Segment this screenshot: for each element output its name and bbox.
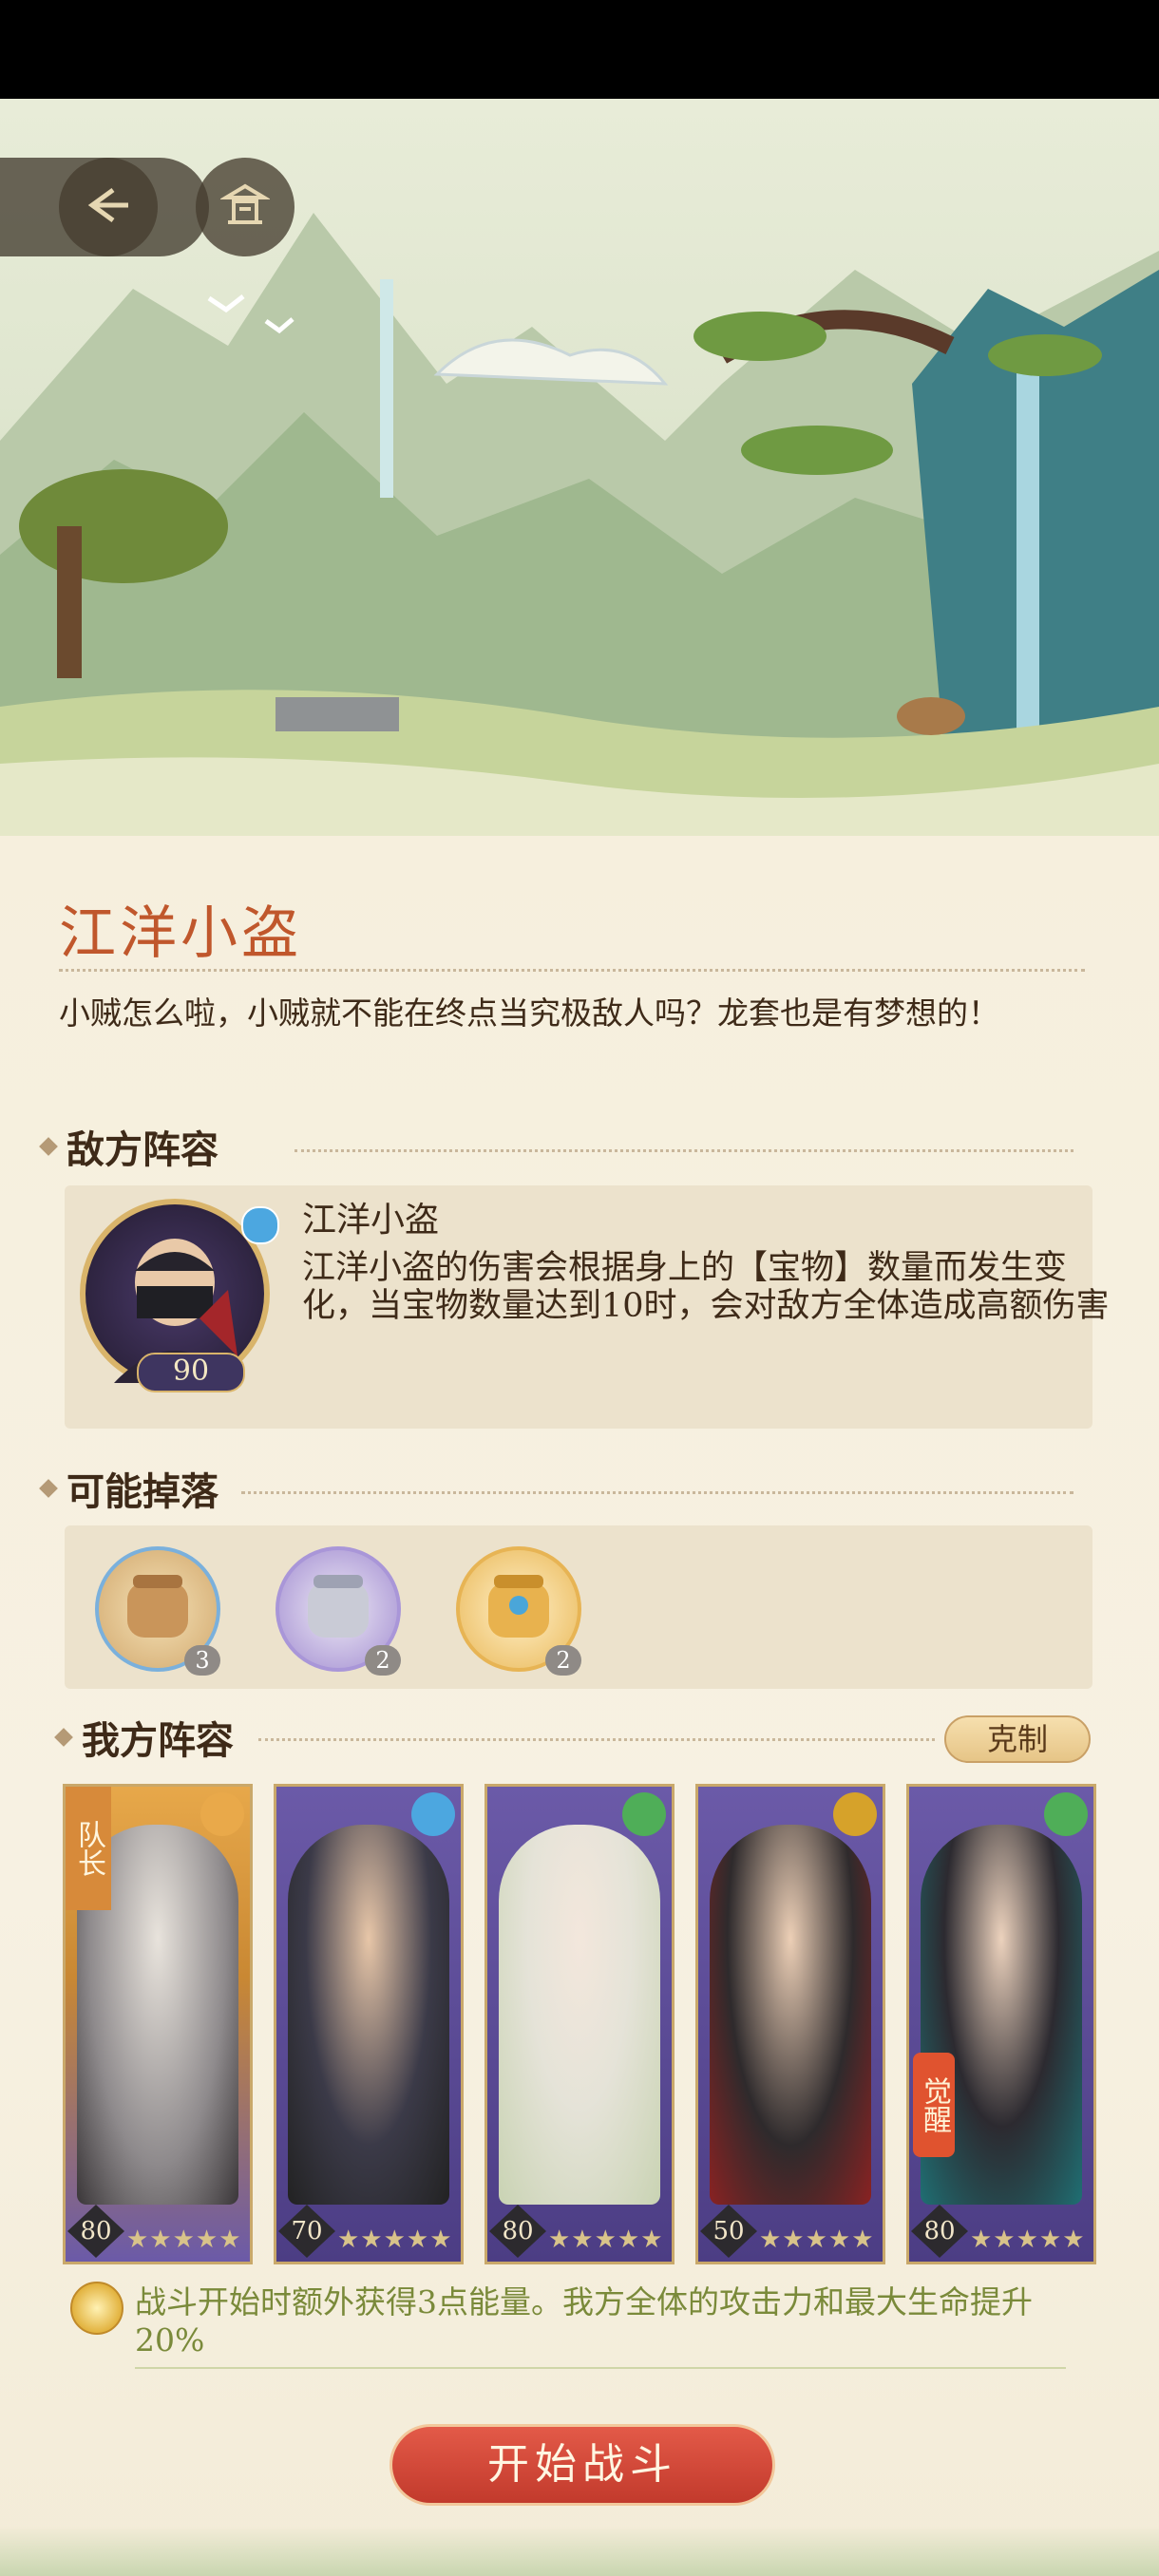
member-stars: ★★★★★ — [126, 2226, 242, 2254]
bottom-decoration — [0, 2527, 1159, 2576]
drop-item-1-count: 3 — [184, 1645, 220, 1676]
moon-icon — [200, 1792, 244, 1836]
wind-icon — [622, 1792, 666, 1836]
enemy-name: 江洋小盗 — [302, 1201, 440, 1240]
team-section-heading: 我方阵容 — [54, 1710, 234, 1765]
start-battle-button[interactable]: 开始战斗 — [390, 2424, 775, 2506]
team-section-title: 我方阵容 — [82, 1718, 234, 1763]
character-portrait — [499, 1825, 660, 2205]
enemy-level-badge: 90 — [137, 1353, 245, 1392]
drops-section-heading: 可能掉落 — [39, 1461, 218, 1516]
enemy-section-title: 敌方阵容 — [66, 1127, 218, 1172]
diamond-bullet-icon — [39, 1479, 58, 1498]
divider — [294, 1149, 1074, 1152]
enemy-ability-description: 江洋小盗的伤害会根据身上的【宝物】数量而发生变化，当宝物数量达到10时，会对敌方… — [302, 1249, 1110, 1325]
leader-tag: 队长 — [66, 1787, 111, 1910]
member-stars: ★★★★★ — [759, 2226, 875, 2254]
diamond-bullet-icon — [39, 1137, 58, 1156]
team-member-card-2[interactable]: 70 ★★★★★ — [274, 1784, 464, 2264]
stage-description: 小贼怎么啦，小贼就不能在终点当究极敌人吗？龙套也是有梦想的！ — [59, 994, 999, 1032]
counter-button[interactable]: 克制 — [944, 1715, 1091, 1763]
diamond-bullet-icon — [54, 1728, 73, 1747]
member-stars: ★★★★★ — [337, 2226, 453, 2254]
divider — [135, 2367, 1066, 2369]
team-member-card-1[interactable]: 队长 80 ★★★★★ — [63, 1784, 253, 2264]
drop-item-3-count: 2 — [545, 1645, 581, 1676]
team-member-card-3[interactable]: 80 ★★★★★ — [484, 1784, 674, 2264]
member-level: 80 — [911, 2205, 968, 2258]
character-portrait — [288, 1825, 449, 2205]
wave-icon — [411, 1792, 455, 1836]
drop-item-2-count: 2 — [365, 1645, 401, 1676]
mountain-icon — [833, 1792, 877, 1836]
member-stars: ★★★★★ — [970, 2226, 1086, 2254]
back-arrow-icon — [85, 186, 132, 228]
member-level: 80 — [67, 2205, 124, 2258]
back-button[interactable] — [59, 158, 158, 256]
pavilion-icon — [218, 180, 272, 234]
divider — [258, 1738, 935, 1741]
status-bar — [0, 0, 1159, 99]
member-stars: ★★★★★ — [548, 2226, 664, 2254]
leader-skill-icon — [70, 2282, 124, 2335]
leader-buff-text: 战斗开始时额外获得3点能量。我方全体的攻击力和最大生命提升20% — [135, 2283, 1033, 2358]
member-level: 80 — [489, 2205, 546, 2258]
member-level: 70 — [278, 2205, 335, 2258]
divider — [241, 1491, 1074, 1494]
awakened-tag: 觉醒 — [913, 2053, 955, 2157]
wind-icon — [1044, 1792, 1088, 1836]
wave-icon — [241, 1206, 279, 1244]
character-portrait — [710, 1825, 871, 2205]
drops-section-title: 可能掉落 — [66, 1469, 218, 1514]
divider — [59, 969, 1085, 972]
member-level: 50 — [700, 2205, 757, 2258]
stage-title: 江洋小盗 — [59, 900, 302, 967]
team-member-card-5[interactable]: 觉醒 80 ★★★★★ — [906, 1784, 1096, 2264]
enemy-section-heading: 敌方阵容 — [39, 1119, 218, 1174]
team-member-card-4[interactable]: 50 ★★★★★ — [695, 1784, 885, 2264]
home-pavilion-button[interactable] — [196, 158, 294, 256]
